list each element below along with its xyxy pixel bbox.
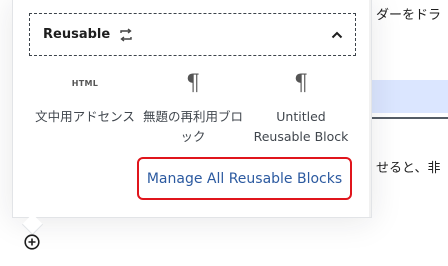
add-block-plus-icon[interactable]	[23, 233, 41, 251]
editor-text-fragment: せると、非	[376, 161, 441, 176]
editor-divider	[372, 117, 448, 119]
reusable-section-toggle[interactable]: Reusable	[29, 13, 356, 56]
selected-block-highlight	[372, 80, 448, 113]
paragraph-icon: ¶	[186, 70, 200, 96]
block-item-untitled-reusable[interactable]: ¶ Untitled Reusable Block	[247, 67, 355, 147]
scrollbar-thumb[interactable]	[371, 83, 372, 201]
reusable-icon	[118, 27, 134, 43]
block-inserter-panel: Reusable HTML 文中用アドセンス ¶ 無題の再利用ブロック ¶ Un…	[12, 0, 372, 218]
manage-reusable-blocks-link[interactable]: Manage All Reusable Blocks	[137, 157, 352, 200]
editor-text-fragment: ダーをドラ	[376, 8, 442, 23]
paragraph-icon: ¶	[294, 70, 308, 96]
block-label: 無題の再利用ブロック	[143, 109, 244, 144]
panel-scrollbar[interactable]	[369, 0, 372, 217]
reusable-blocks-list: HTML 文中用アドセンス ¶ 無題の再利用ブロック ¶ Untitled Re…	[29, 67, 356, 157]
chevron-up-icon[interactable]	[329, 27, 345, 43]
block-item-untitled-jp[interactable]: ¶ 無題の再利用ブロック	[139, 67, 247, 147]
block-label: Untitled Reusable Block	[253, 109, 349, 144]
block-item-adsense[interactable]: HTML 文中用アドセンス	[31, 67, 139, 127]
reusable-section-title: Reusable	[43, 27, 111, 42]
html-icon: HTML	[71, 78, 99, 88]
block-label: 文中用アドセンス	[35, 109, 135, 124]
